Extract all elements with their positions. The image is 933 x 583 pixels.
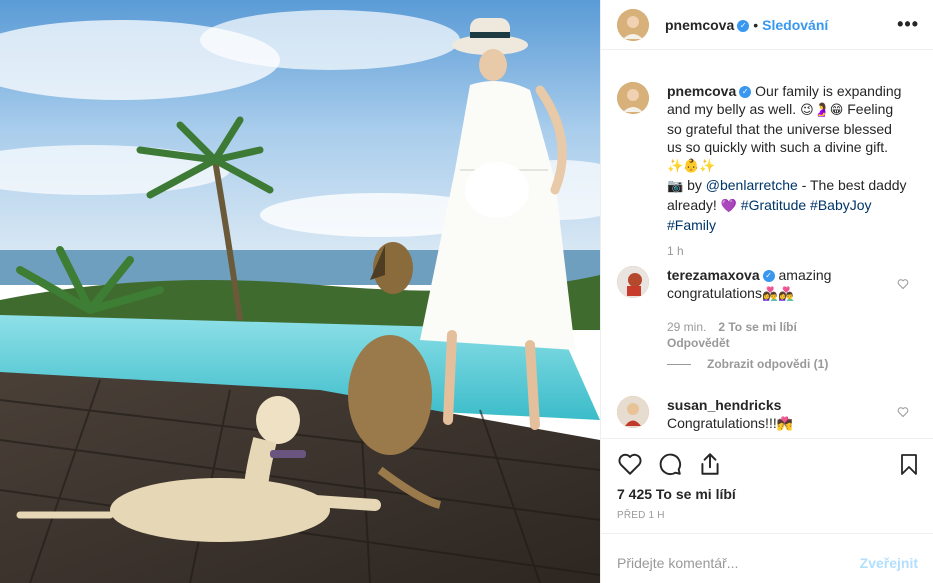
caption-by: by bbox=[687, 177, 702, 193]
caption-text: pnemcova ✓ Our family is expanding and my… bbox=[667, 82, 907, 234]
caption-emoji-1: 😉🤰😁 bbox=[800, 103, 844, 118]
caption-age[interactable]: 1 h bbox=[667, 244, 684, 258]
heart-icon[interactable] bbox=[617, 451, 643, 477]
camera-emoji: 📷 bbox=[667, 179, 684, 194]
comment-username[interactable]: terezamaxova bbox=[667, 267, 760, 283]
comment-avatar[interactable] bbox=[617, 396, 649, 428]
share-icon[interactable] bbox=[697, 451, 723, 477]
instagram-post: pnemcova ✓ • Sledování ••• pnemcova ✓ Our fa… bbox=[0, 0, 933, 583]
comment-emoji: 💏 bbox=[776, 417, 793, 432]
comment-likes[interactable]: 2 To se mi líbí bbox=[718, 320, 796, 334]
add-comment-form: Přidejte komentář... Zveřejnit bbox=[601, 533, 933, 583]
comment-username[interactable]: susan_hendricks bbox=[667, 397, 781, 413]
photo-illustration bbox=[0, 0, 600, 583]
replies-line bbox=[667, 363, 691, 365]
verified-icon: ✓ bbox=[737, 20, 750, 33]
hashtag-babyjoy[interactable]: #BabyJoy bbox=[810, 197, 871, 213]
author-username[interactable]: pnemcova bbox=[665, 17, 734, 33]
comment-icon[interactable] bbox=[657, 451, 683, 477]
hashtag-gratitude[interactable]: #Gratitude bbox=[741, 197, 806, 213]
following-button[interactable]: Sledování bbox=[762, 17, 828, 33]
likes-count[interactable]: 7 425 To se mi líbí bbox=[617, 486, 736, 502]
comments-list[interactable]: pnemcova ✓ Our family is expanding and my… bbox=[601, 60, 933, 438]
comment-avatar[interactable] bbox=[617, 266, 649, 298]
comment-emoji: 👩‍❤️‍👨👩‍❤️‍👨 bbox=[761, 287, 795, 302]
caption-emoji-2: ✨👶✨ bbox=[667, 159, 716, 174]
verified-icon: ✓ bbox=[762, 270, 775, 283]
post-time[interactable]: PŘED 1 H bbox=[617, 510, 665, 521]
separator-dot: • bbox=[753, 17, 759, 33]
like-comment-heart-icon[interactable] bbox=[897, 406, 909, 418]
comment-input[interactable]: Přidejte komentář... bbox=[617, 555, 738, 571]
comment-body: Congratulations!!! bbox=[667, 415, 777, 431]
post-photo[interactable] bbox=[0, 0, 600, 583]
more-icon[interactable]: ••• bbox=[897, 14, 919, 35]
comment-meta: 29 min. 2 To se mi líbí bbox=[667, 320, 797, 334]
comment-text: terezamaxova ✓ amazing congratulations👩‍❤… bbox=[667, 266, 907, 304]
avatar-image bbox=[617, 266, 649, 298]
reply-button[interactable]: Odpovědět bbox=[667, 336, 730, 350]
avatar-image bbox=[617, 396, 649, 428]
caption-username[interactable]: pnemcova bbox=[667, 83, 736, 99]
comment-text: susan_hendricks Congratulations!!!💏 bbox=[667, 396, 907, 434]
verified-icon: ✓ bbox=[739, 86, 752, 99]
view-replies-label: Zobrazit odpovědi (1) bbox=[707, 357, 829, 371]
bookmark-icon[interactable] bbox=[897, 451, 921, 477]
post-side-panel: pnemcova ✓ • Sledování ••• pnemcova ✓ Our fa… bbox=[600, 0, 933, 583]
post-header: pnemcova ✓ • Sledování ••• bbox=[601, 0, 933, 50]
hashtag-family[interactable]: #Family bbox=[667, 217, 716, 233]
photo-credit-link[interactable]: @benlarretche bbox=[706, 177, 798, 193]
avatar-image bbox=[617, 82, 649, 114]
like-comment-heart-icon[interactable] bbox=[897, 278, 909, 290]
avatar-image bbox=[617, 9, 649, 41]
purple-heart-emoji: 💜 bbox=[720, 199, 737, 214]
post-comment-button[interactable]: Zveřejnit bbox=[860, 555, 918, 571]
author-avatar[interactable] bbox=[617, 9, 649, 41]
caption-avatar[interactable] bbox=[617, 82, 649, 114]
comment-age[interactable]: 29 min. bbox=[667, 320, 706, 334]
view-replies-button[interactable]: Zobrazit odpovědi (1) bbox=[667, 357, 828, 371]
